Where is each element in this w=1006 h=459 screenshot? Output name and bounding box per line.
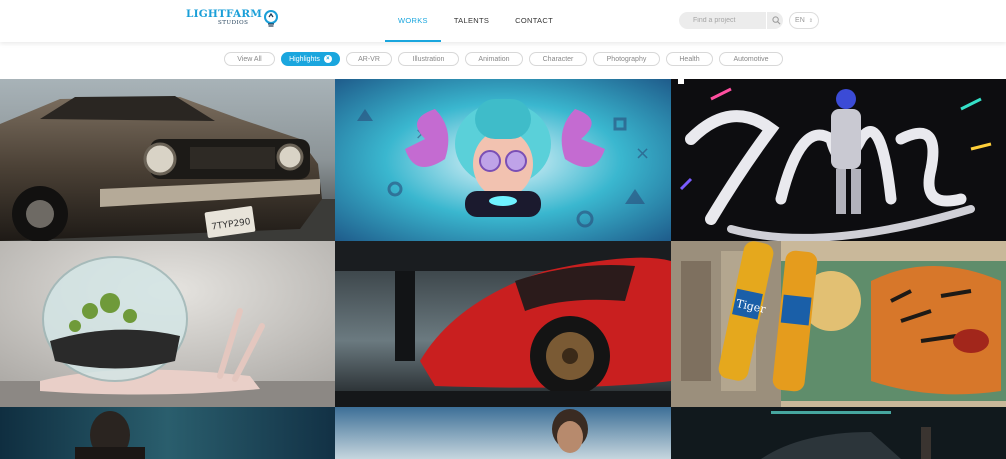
filter-label: Highlights [289,55,320,63]
language-selector[interactable]: EN ⇕ [789,12,819,29]
svg-text:×: × [635,143,650,164]
filter-label: Illustration [412,55,445,63]
corner-mark [678,79,684,84]
project-image: 7TYP290 [0,79,335,241]
nav-works[interactable]: WORKS [385,0,441,42]
project-image [671,79,1006,241]
category-filters: View All Highlights × AR-VR Illustration … [0,52,1006,66]
project-image: Tiger [671,241,1006,407]
project-tile-tiger[interactable]: Tiger [671,241,1006,407]
filter-label: Health [679,55,700,63]
project-tile-portrait-2[interactable] [335,407,671,459]
search-divider [766,12,767,29]
project-image [335,241,671,407]
brand-logo[interactable]: LIGHTFARM STUDIOS [186,9,279,31]
close-icon[interactable]: × [323,55,332,63]
project-tile-muscle-car[interactable]: 7TYP290 [0,79,335,241]
filter-photography[interactable]: Photography [593,52,660,66]
project-tile-red-car[interactable] [335,241,671,407]
project-tile-portrait-1[interactable] [0,407,335,459]
filter-animation[interactable]: Animation [465,52,523,66]
filter-label: Animation [478,55,510,63]
project-tile-smoze[interactable] [671,79,1006,241]
nav-talents[interactable]: TALENTS [441,0,502,42]
project-tile-garage[interactable] [671,407,1006,459]
filter-label: Automotive [733,55,769,63]
filter-label: View All [237,55,262,63]
filter-label: AR-VR [358,55,380,63]
site-header: LIGHTFARM STUDIOS WORKS TALENTS CONTACT … [0,0,1006,42]
language-value: EN [795,17,805,24]
brand-name: LIGHTFARM [186,8,263,20]
project-image [335,407,671,459]
filter-automotive[interactable]: Automotive [719,52,783,66]
filter-ar-vr[interactable]: AR-VR [346,52,392,66]
filter-character[interactable]: Character [529,52,587,66]
filter-highlights[interactable]: Highlights × [281,52,340,66]
filter-label: Photography [606,55,647,63]
chevron-down-icon: ⇕ [808,17,813,24]
filter-illustration[interactable]: Illustration [398,52,459,66]
nav-contact[interactable]: CONTACT [502,0,566,42]
project-image: × × [335,79,671,241]
search-icon[interactable] [770,14,783,28]
project-image [671,407,1006,459]
lightbulb-icon [264,10,279,27]
filter-label: Character [542,55,574,63]
project-tile-snail[interactable] [0,241,335,407]
project-image [0,241,335,407]
project-grid: 7TYP290 × × [0,79,1006,459]
project-image [0,407,335,459]
filter-health[interactable]: Health [666,52,713,66]
main-nav: WORKS TALENTS CONTACT [385,0,566,42]
filter-view-all[interactable]: View All [224,52,275,66]
search-input[interactable] [693,13,763,28]
search-box [679,12,783,29]
project-tile-gamer[interactable]: × × [335,79,671,241]
brand-sub: STUDIOS [218,19,249,26]
